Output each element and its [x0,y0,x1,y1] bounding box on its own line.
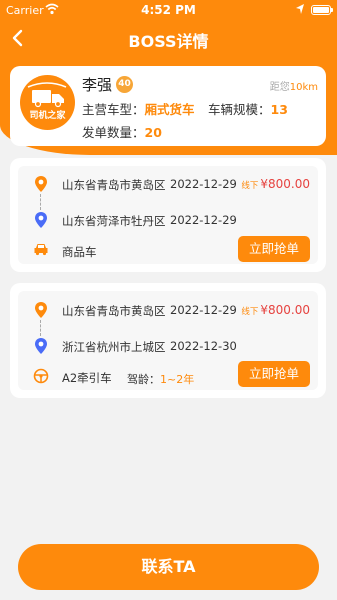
page-title: BOSS详情 [128,32,209,51]
price: 线下 ¥800.00 [241,177,310,191]
logo-text: 司机之家 [29,111,66,121]
main-vehicle-label: 主营车型： [82,102,145,117]
origin-place: 山东省青岛市黄岛区 [62,304,166,318]
price-value: ¥800.00 [260,177,310,191]
fleet-scale-label: 车辆规模： [208,102,271,117]
origin-pin-icon [35,176,47,192]
driving-age-label: 驾龄： [127,373,160,386]
location-arrow-icon [296,4,304,14]
destination-place: 山东省菏泽市牡丹区 [62,214,166,228]
origin-date: 2022-12-29 [170,303,237,317]
fleet-scale: 车辆规模：13 [208,99,288,118]
boss-name: 李强 [82,76,113,94]
distance-label: 距您 [269,82,290,93]
driving-age-value: 1~2年 [160,373,195,386]
order-count: 发单数量：20 [82,122,162,141]
car-icon [34,244,48,256]
status-bar: Carrier 4:52 PM [0,0,337,22]
distance-value: 10km [289,82,318,93]
truck-logo-icon [27,82,67,108]
destination-row: 浙江省杭州市上城区 2022-12-30 [18,336,318,356]
order-detail: 山东省青岛市黄岛区 2022-12-29 线下 ¥800.00 山东省菏泽市牡丹区… [18,166,318,264]
price-tag: 线下 [241,307,259,317]
origin-pin-icon [35,302,47,318]
origin-row: 山东省青岛市黄岛区 2022-12-29 线下 ¥800.00 [18,300,318,320]
main-vehicle: 主营车型：厢式货车 [82,99,195,118]
level-badge: 40 [116,76,133,93]
destination-pin-icon [35,338,47,354]
order-count-label: 发单数量： [82,125,145,140]
grab-order-button[interactable]: 立即抢单 [238,236,310,262]
order-count-value: 20 [144,125,162,140]
status-time: 4:52 PM [141,3,196,17]
destination-place: 浙江省杭州市上城区 [62,340,166,354]
battery-icon [311,5,333,15]
boss-profile-card: 司机之家 李强 40 距您10km 主营车型：厢式货车 车辆规模：13 发单数量… [10,66,326,146]
vehicle-type: A2牵引车 [62,371,112,385]
destination-row: 山东省菏泽市牡丹区 2022-12-29 [18,210,318,230]
order-card: 山东省青岛市黄岛区 2022-12-29 线下 ¥800.00 山东省菏泽市牡丹区… [10,158,326,272]
destination-date: 2022-12-30 [170,339,237,353]
steering-wheel-icon [33,368,49,384]
destination-date: 2022-12-29 [170,213,237,227]
grab-order-button[interactable]: 立即抢单 [238,361,310,387]
main-vehicle-value: 厢式货车 [144,102,195,117]
contact-button[interactable]: 联系TA [18,544,319,590]
driving-age: 驾龄：1~2年 [127,371,194,387]
order-detail: 山东省青岛市黄岛区 2022-12-29 线下 ¥800.00 浙江省杭州市上城区… [18,291,318,390]
vehicle-type: 商品车 [62,245,97,259]
origin-place: 山东省青岛市黄岛区 [62,178,166,192]
route-connector [40,320,41,336]
fleet-scale-value: 13 [270,102,288,117]
route-connector [40,194,41,210]
price-tag: 线下 [241,181,259,191]
navbar: BOSS详情 [0,24,337,54]
origin-row: 山东省青岛市黄岛区 2022-12-29 线下 ¥800.00 [18,174,318,194]
company-logo: 司机之家 [20,75,75,130]
price: 线下 ¥800.00 [241,303,310,317]
price-value: ¥800.00 [260,303,310,317]
distance: 距您10km [270,78,318,93]
destination-pin-icon [35,212,47,228]
origin-date: 2022-12-29 [170,177,237,191]
order-card: 山东省青岛市黄岛区 2022-12-29 线下 ¥800.00 浙江省杭州市上城区… [10,283,326,398]
